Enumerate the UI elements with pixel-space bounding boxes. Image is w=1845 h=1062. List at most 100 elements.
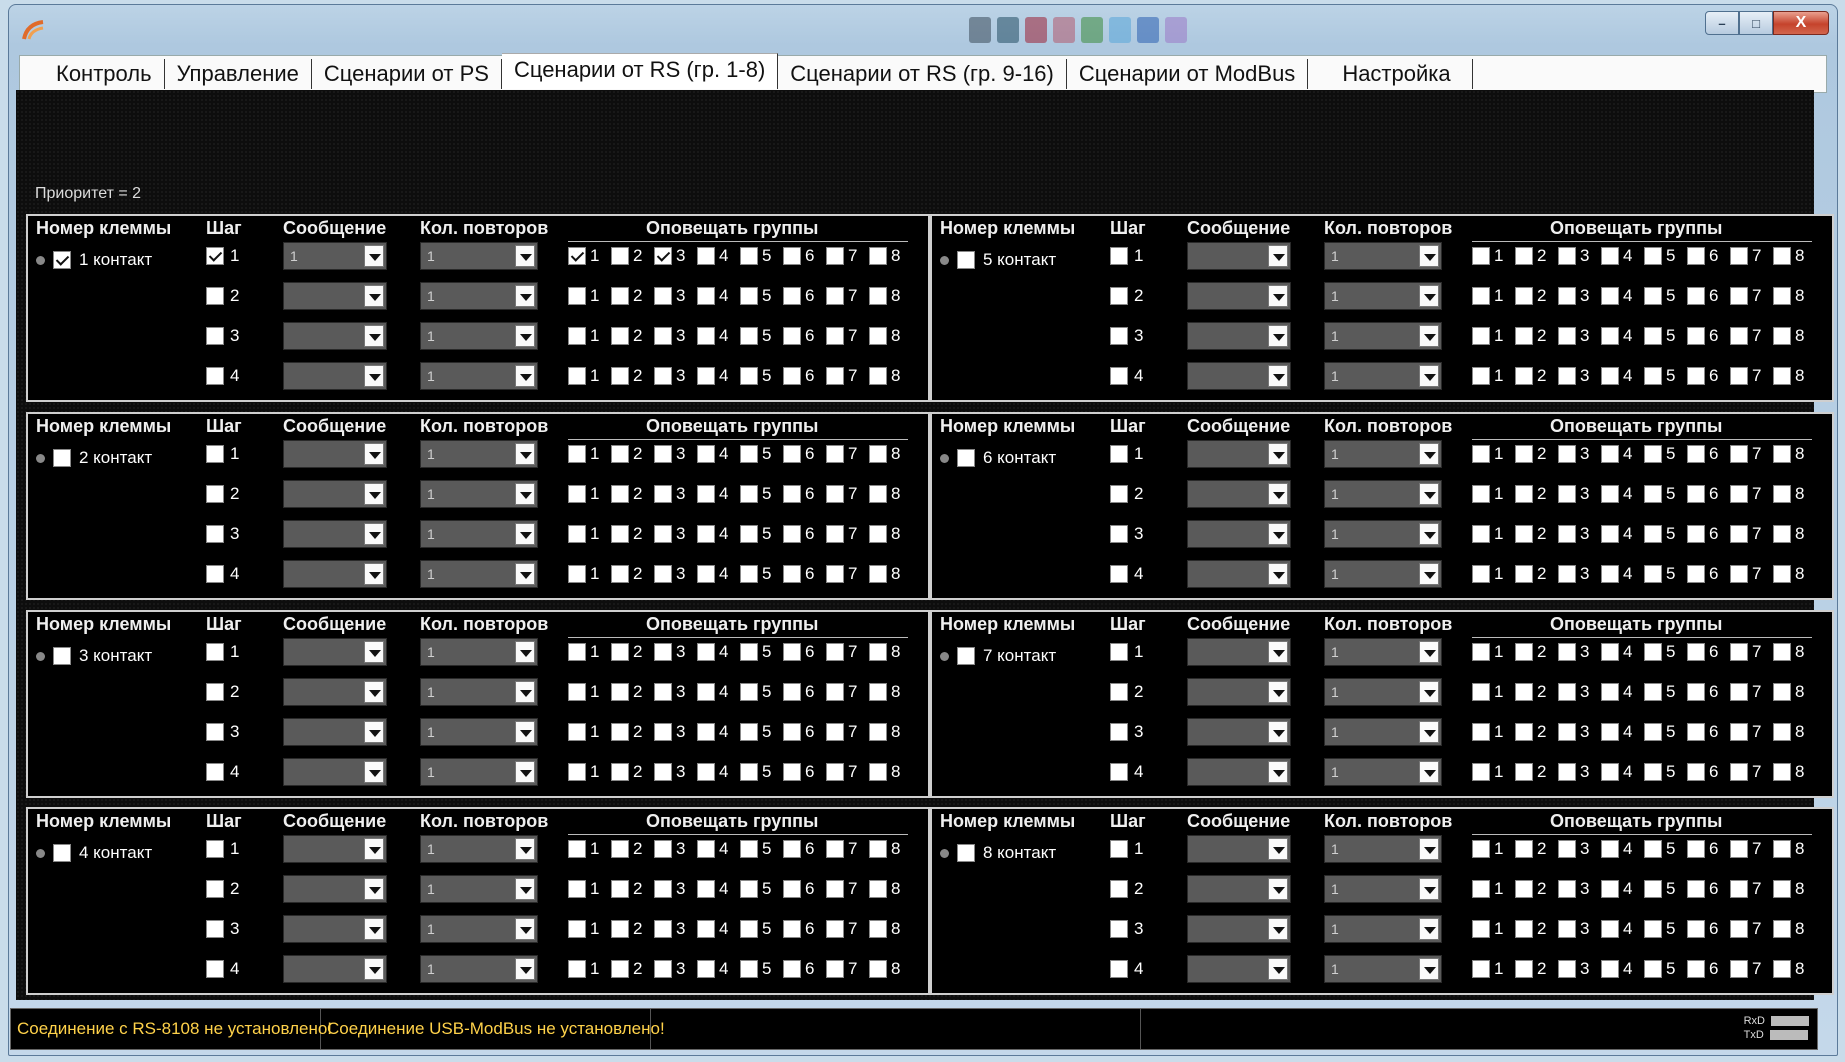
group-checkbox[interactable] xyxy=(697,723,715,741)
group-checkbox[interactable] xyxy=(826,287,844,305)
group-checkbox[interactable] xyxy=(869,880,887,898)
group-checkbox[interactable] xyxy=(1558,643,1576,661)
group-checkbox[interactable] xyxy=(1773,247,1791,265)
group-checkbox[interactable] xyxy=(826,643,844,661)
chevron-down-icon[interactable] xyxy=(1268,523,1288,545)
group-checkbox[interactable] xyxy=(1730,565,1748,583)
group-checkbox[interactable] xyxy=(1773,525,1791,543)
group-checkbox[interactable] xyxy=(1687,565,1705,583)
group-checkbox[interactable] xyxy=(1644,445,1662,463)
message-select[interactable] xyxy=(283,560,387,588)
group-checkbox[interactable] xyxy=(1558,763,1576,781)
step-checkbox[interactable] xyxy=(1110,960,1128,978)
repeats-select[interactable]: 1 xyxy=(420,875,538,903)
group-checkbox[interactable] xyxy=(869,763,887,781)
group-checkbox[interactable] xyxy=(697,880,715,898)
message-select[interactable] xyxy=(1187,362,1291,390)
group-checkbox[interactable] xyxy=(1558,960,1576,978)
chevron-down-icon[interactable] xyxy=(1419,443,1439,465)
group-checkbox[interactable] xyxy=(826,960,844,978)
group-checkbox[interactable] xyxy=(1601,525,1619,543)
group-checkbox[interactable] xyxy=(1730,643,1748,661)
group-checkbox[interactable] xyxy=(1687,247,1705,265)
group-checkbox[interactable] xyxy=(1687,643,1705,661)
group-checkbox[interactable] xyxy=(568,287,586,305)
group-checkbox[interactable] xyxy=(697,683,715,701)
group-checkbox[interactable] xyxy=(1601,723,1619,741)
step-checkbox[interactable] xyxy=(206,960,224,978)
group-checkbox[interactable] xyxy=(783,327,801,345)
step-checkbox[interactable] xyxy=(206,525,224,543)
chevron-down-icon[interactable] xyxy=(364,761,384,783)
group-checkbox[interactable] xyxy=(740,960,758,978)
group-checkbox[interactable] xyxy=(1730,723,1748,741)
group-checkbox[interactable] xyxy=(740,643,758,661)
group-checkbox[interactable] xyxy=(740,485,758,503)
chevron-down-icon[interactable] xyxy=(1419,641,1439,663)
message-select[interactable] xyxy=(283,282,387,310)
step-checkbox[interactable] xyxy=(1110,683,1128,701)
group-checkbox[interactable] xyxy=(1558,840,1576,858)
group-checkbox[interactable] xyxy=(1558,287,1576,305)
group-checkbox[interactable] xyxy=(1601,287,1619,305)
step-checkbox[interactable] xyxy=(206,565,224,583)
group-checkbox[interactable] xyxy=(1558,683,1576,701)
group-checkbox[interactable] xyxy=(1515,643,1533,661)
group-checkbox[interactable] xyxy=(654,445,672,463)
chevron-down-icon[interactable] xyxy=(1268,245,1288,267)
group-checkbox[interactable] xyxy=(1730,485,1748,503)
group-checkbox[interactable] xyxy=(869,367,887,385)
group-checkbox[interactable] xyxy=(783,247,801,265)
group-checkbox[interactable] xyxy=(654,960,672,978)
group-checkbox[interactable] xyxy=(1472,485,1490,503)
group-checkbox[interactable] xyxy=(697,643,715,661)
group-checkbox[interactable] xyxy=(740,880,758,898)
group-checkbox[interactable] xyxy=(1687,960,1705,978)
repeats-select[interactable]: 1 xyxy=(420,282,538,310)
group-checkbox[interactable] xyxy=(826,880,844,898)
group-checkbox[interactable] xyxy=(1472,840,1490,858)
group-checkbox[interactable] xyxy=(826,327,844,345)
group-checkbox[interactable] xyxy=(1515,485,1533,503)
group-checkbox[interactable] xyxy=(1730,287,1748,305)
group-checkbox[interactable] xyxy=(1601,920,1619,938)
message-select[interactable] xyxy=(1187,638,1291,666)
repeats-select[interactable]: 1 xyxy=(1324,758,1442,786)
group-checkbox[interactable] xyxy=(568,525,586,543)
group-checkbox[interactable] xyxy=(611,763,629,781)
group-checkbox[interactable] xyxy=(869,683,887,701)
group-checkbox[interactable] xyxy=(654,920,672,938)
chevron-down-icon[interactable] xyxy=(1268,365,1288,387)
repeats-select[interactable]: 1 xyxy=(420,440,538,468)
step-checkbox[interactable] xyxy=(1110,247,1128,265)
group-checkbox[interactable] xyxy=(869,327,887,345)
repeats-select[interactable]: 1 xyxy=(420,955,538,983)
group-checkbox[interactable] xyxy=(1601,485,1619,503)
step-checkbox[interactable] xyxy=(1110,880,1128,898)
chevron-down-icon[interactable] xyxy=(1268,285,1288,307)
group-checkbox[interactable] xyxy=(1730,763,1748,781)
chevron-down-icon[interactable] xyxy=(515,285,535,307)
group-checkbox[interactable] xyxy=(568,763,586,781)
repeats-select[interactable]: 1 xyxy=(420,560,538,588)
group-checkbox[interactable] xyxy=(740,840,758,858)
group-checkbox[interactable] xyxy=(1644,960,1662,978)
group-checkbox[interactable] xyxy=(1773,485,1791,503)
group-checkbox[interactable] xyxy=(654,327,672,345)
group-checkbox[interactable] xyxy=(697,247,715,265)
group-checkbox[interactable] xyxy=(826,247,844,265)
group-checkbox[interactable] xyxy=(740,565,758,583)
group-checkbox[interactable] xyxy=(1687,683,1705,701)
chevron-down-icon[interactable] xyxy=(515,721,535,743)
group-checkbox[interactable] xyxy=(611,683,629,701)
group-checkbox[interactable] xyxy=(1558,367,1576,385)
group-checkbox[interactable] xyxy=(783,920,801,938)
group-checkbox[interactable] xyxy=(1601,840,1619,858)
step-checkbox[interactable] xyxy=(1110,327,1128,345)
chevron-down-icon[interactable] xyxy=(1268,325,1288,347)
group-checkbox[interactable] xyxy=(1515,367,1533,385)
group-checkbox[interactable] xyxy=(1730,880,1748,898)
group-checkbox[interactable] xyxy=(1472,643,1490,661)
message-select[interactable] xyxy=(1187,440,1291,468)
group-checkbox[interactable] xyxy=(697,525,715,543)
